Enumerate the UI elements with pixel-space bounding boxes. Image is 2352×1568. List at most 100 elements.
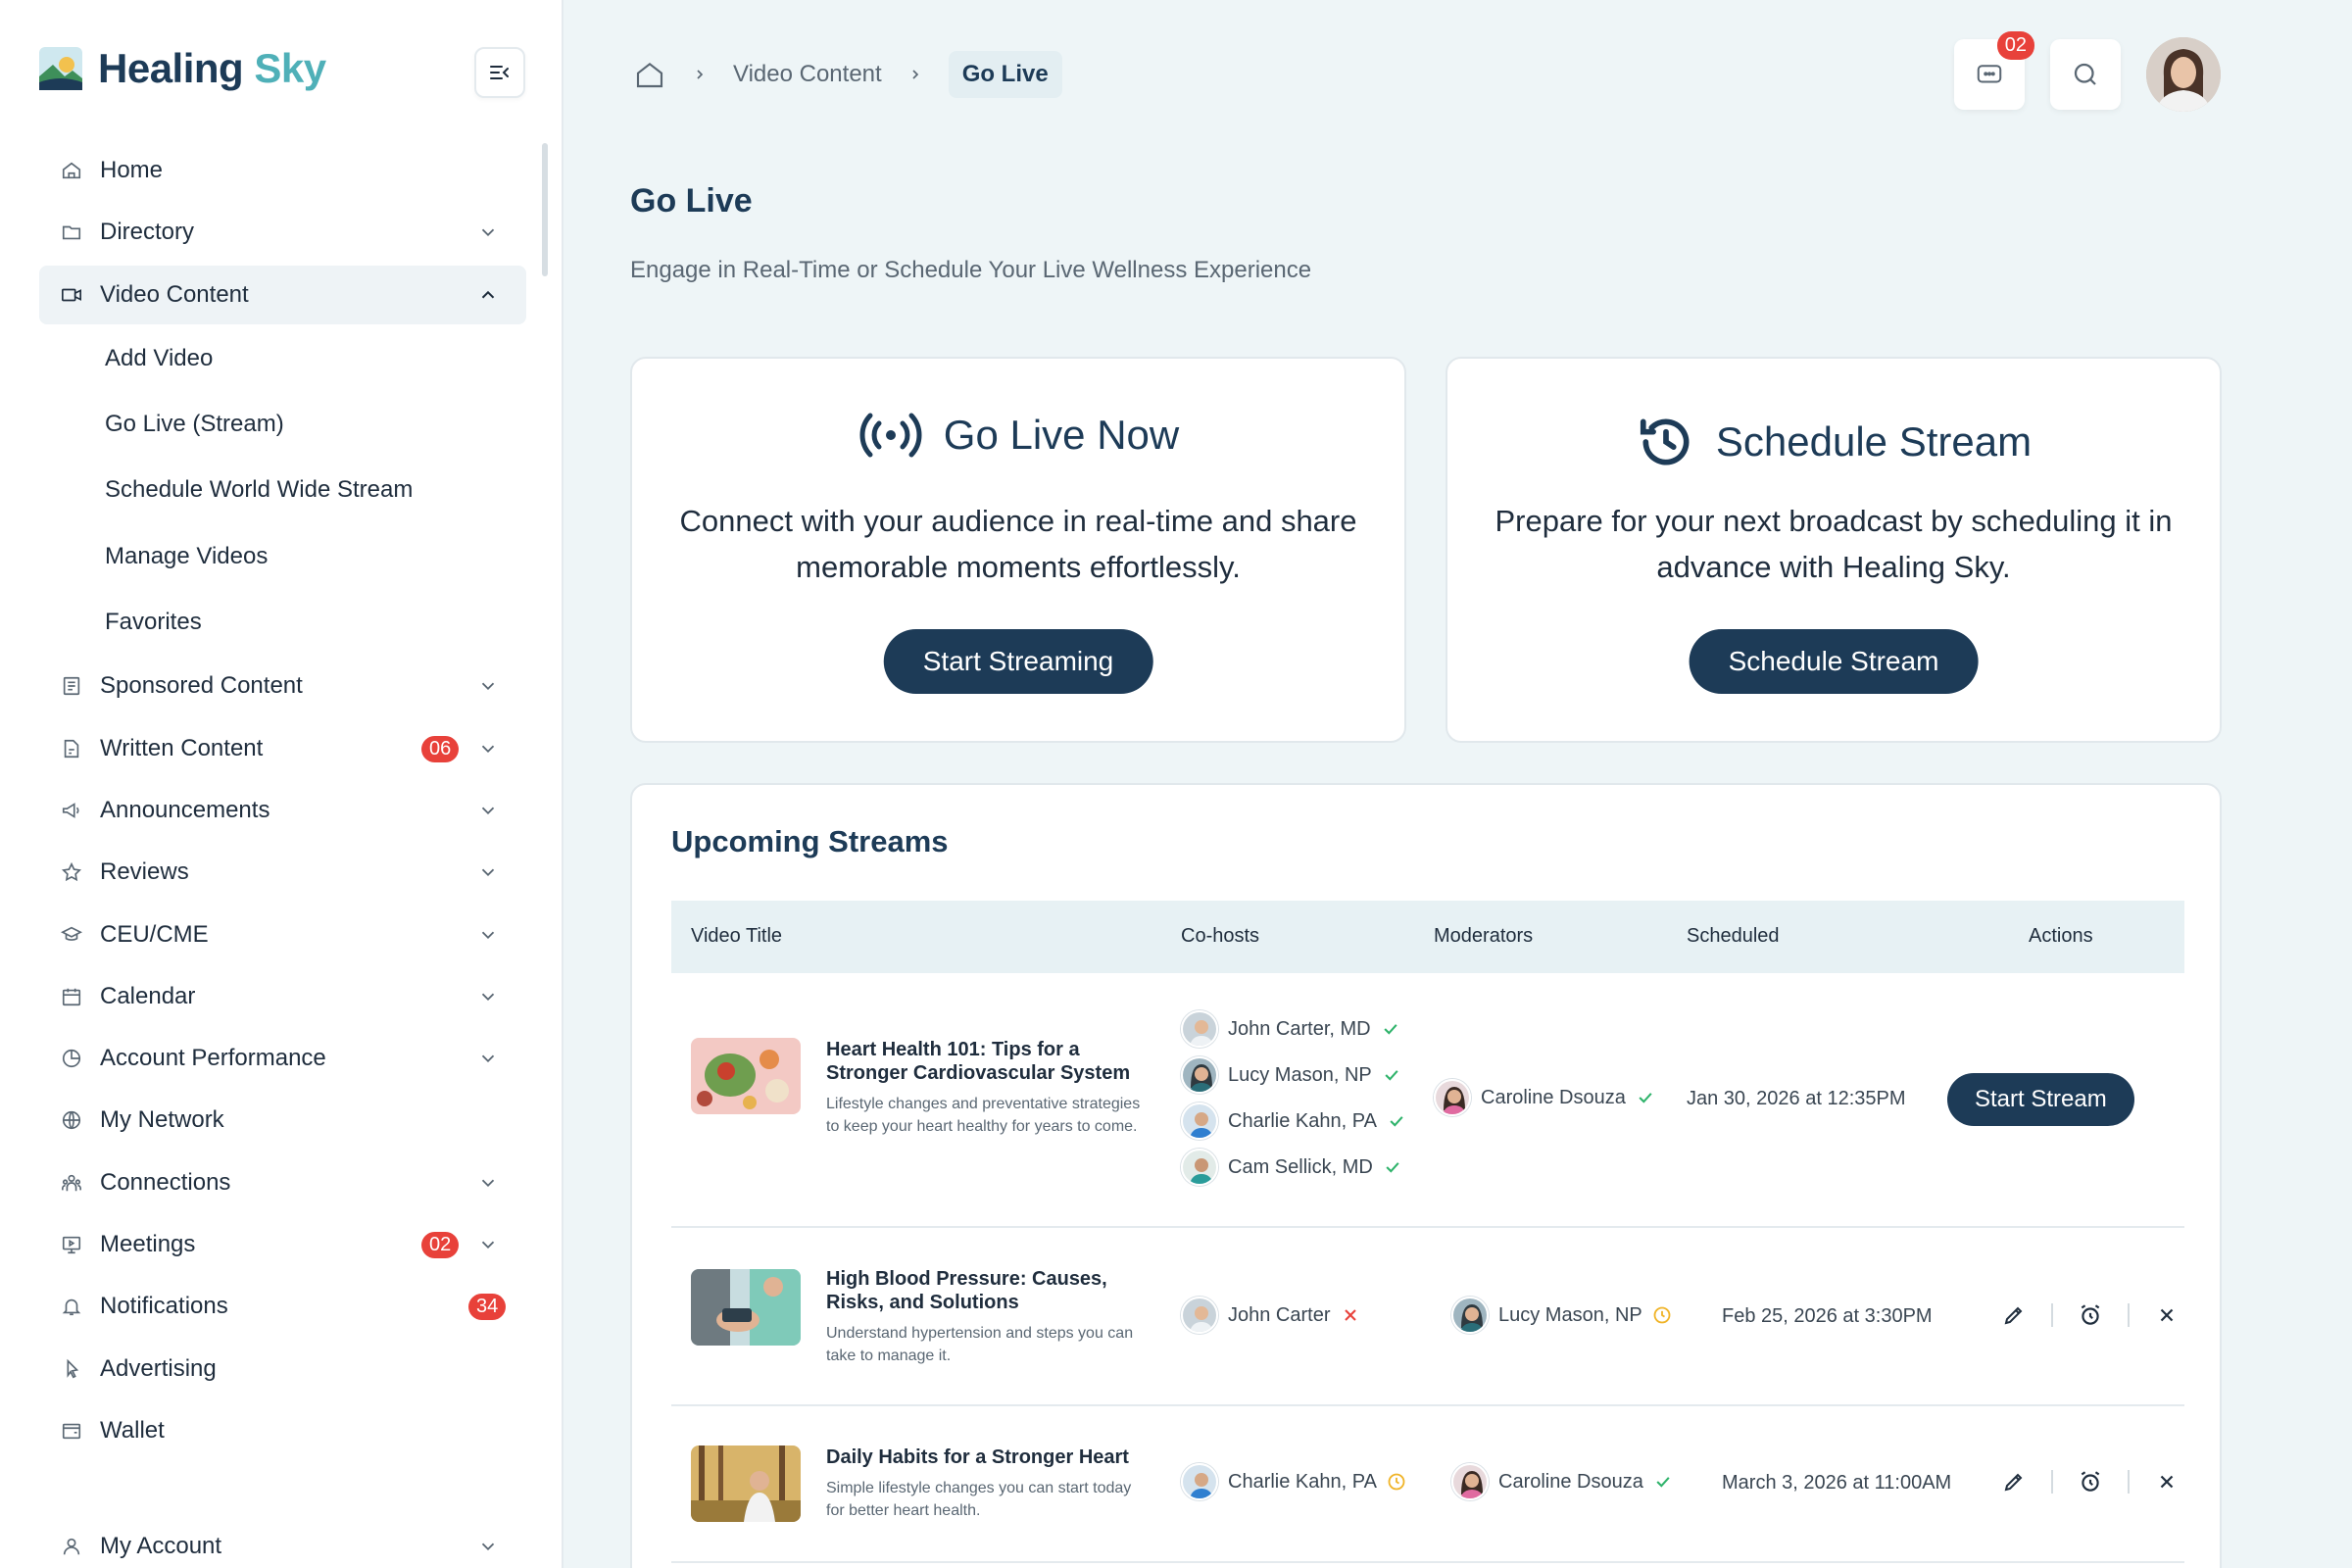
sidebar-item-calendar[interactable]: Calendar [39,967,526,1026]
user-icon [59,1534,84,1559]
moderator: Caroline Dsouza [1451,1463,1673,1500]
sidebar-subitem-manage-videos[interactable]: Manage Videos [39,525,526,588]
user-avatar[interactable] [2146,37,2221,112]
chevron-down-icon [481,1054,495,1063]
video-description: Simple lifestyle changes you can start t… [826,1480,1132,1519]
pending-clock-icon [1387,1472,1406,1492]
video-thumbnail[interactable] [691,1269,801,1346]
sidebar-item-meetings[interactable]: Meetings 02 [39,1215,526,1274]
schedule-stream-card: Schedule Stream Prepare for your next br… [1446,357,2222,743]
divider [2128,1303,2130,1327]
moderator-name: Lucy Mason, NP [1498,1303,1642,1326]
sidebar-item-my-network[interactable]: My Network [39,1091,526,1150]
sidebar-subitem-go-live[interactable]: Go Live (Stream) [39,393,526,456]
sidebar-item-label: Calendar [100,982,196,1009]
pie-chart-icon [59,1046,84,1071]
table-row: Heart Health 101: Tips for a Stronger Ca… [671,973,2184,1228]
divider [2128,1470,2130,1494]
avatar [1181,1010,1218,1048]
column-header-cohosts: Co-hosts [1181,925,1260,947]
sidebar-item-advertising[interactable]: Advertising [39,1340,526,1398]
home-icon[interactable] [633,59,666,90]
collapse-sidebar-button[interactable] [474,47,525,98]
video-camera-icon [59,282,84,308]
chat-icon [1977,65,2002,83]
sidebar-subitem-add-video[interactable]: Add Video [39,327,526,390]
sidebar-item-wallet[interactable]: Wallet [39,1401,526,1460]
sidebar-item-label: Directory [100,219,195,246]
chevron-down-icon [481,682,495,691]
chevron-up-icon [481,290,495,299]
table-row: High Blood Pressure: Causes, Risks, and … [671,1228,2184,1406]
column-header-moderators: Moderators [1434,925,1534,947]
calendar-icon [59,984,84,1009]
chevron-down-icon [481,931,495,939]
alarm-clock-icon[interactable] [2077,1301,2104,1329]
sidebar-item-label: Account Performance [100,1045,326,1072]
video-title[interactable]: Heart Health 101: Tips for a Stronger Ca… [826,1038,1140,1085]
people-icon [59,1170,84,1196]
cohost-name: Charlie Kahn, PA [1228,1109,1377,1132]
sidebar-item-announcements[interactable]: Announcements [39,781,526,840]
sidebar-nav: Home Directory Video Content Add Video G… [39,141,526,1463]
sidebar-item-label: My Network [100,1106,224,1134]
close-icon[interactable] [2153,1301,2180,1329]
messages-button[interactable]: 02 [1954,31,2034,110]
sidebar-item-video-content[interactable]: Video Content [39,265,526,324]
sidebar-item-ceu-cme[interactable]: CEU/CME [39,906,526,964]
video-thumbnail[interactable] [691,1038,801,1114]
presentation-icon [59,1232,84,1257]
breadcrumb-video-content[interactable]: Video Content [733,61,882,88]
avatar [1451,1463,1489,1500]
video-title[interactable]: High Blood Pressure: Causes, Risks, and … [826,1267,1140,1314]
edit-pencil-icon[interactable] [2000,1468,2028,1495]
sidebar-subitem-schedule-world-wide-stream[interactable]: Schedule World Wide Stream [39,459,526,521]
sidebar-item-connections[interactable]: Connections [39,1153,526,1212]
check-icon [1381,1019,1400,1039]
sidebar-item-home[interactable]: Home [39,141,526,200]
video-thumbnail[interactable] [691,1446,801,1522]
cohost-name: John Carter [1228,1303,1331,1326]
sidebar-item-label: Video Content [100,280,249,308]
sidebar-item-my-account[interactable]: My Account [39,1517,526,1568]
logo-icon [39,47,82,90]
sidebar-item-reviews[interactable]: Reviews [39,843,526,902]
sidebar-item-account-performance[interactable]: Account Performance [39,1029,526,1088]
sidebar-item-sponsored-content[interactable]: Sponsored Content [39,657,526,715]
sidebar-scrollbar[interactable] [542,143,548,276]
wallet-icon [59,1418,84,1444]
column-header-actions: Actions [2029,925,2093,947]
table-row: Daily Habits for a Stronger Heart Simple… [671,1406,2184,1563]
alarm-clock-icon[interactable] [2077,1468,2104,1495]
sidebar-item-label: Home [100,157,164,183]
schedule-stream-button[interactable]: Schedule Stream [1689,629,1979,694]
search-button[interactable] [2050,39,2121,110]
close-icon[interactable] [2153,1468,2180,1495]
sidebar-item-label: Sponsored Content [100,672,303,700]
chevron-down-icon [481,1543,495,1551]
avatar [1434,1079,1471,1116]
sidebar-item-label: Connections [100,1168,231,1196]
card-description: Prepare for your next broadcast by sched… [1494,504,2173,584]
video-title[interactable]: Daily Habits for a Stronger Heart [826,1446,1140,1469]
start-streaming-button[interactable]: Start Streaming [883,629,1153,694]
graduation-cap-icon [59,922,84,948]
cursor-click-icon [59,1356,84,1382]
chevron-down-icon [481,993,495,1001]
megaphone-icon [59,798,84,823]
sidebar-item-label: My Account [100,1533,222,1559]
brand-logo[interactable]: Healing Sky [39,45,326,92]
brand-name-part1: Healing [98,45,244,91]
sidebar-item-label: Reviews [100,858,189,886]
start-stream-button[interactable]: Start Stream [1947,1073,2134,1126]
avatar [1181,1056,1218,1094]
edit-pencil-icon[interactable] [2000,1301,2028,1329]
sidebar-subitem-favorites[interactable]: Favorites [39,591,526,654]
sidebar-item-label: Notifications [100,1293,228,1320]
sidebar-item-written-content[interactable]: Written Content 06 [39,719,526,778]
sidebar-item-label: Wallet [100,1416,165,1444]
sidebar-item-directory[interactable]: Directory [39,203,526,262]
brand-name-part2: Sky [254,45,326,91]
sidebar-item-notifications[interactable]: Notifications 34 [39,1277,526,1336]
moderator: Caroline Dsouza [1434,1079,1655,1116]
